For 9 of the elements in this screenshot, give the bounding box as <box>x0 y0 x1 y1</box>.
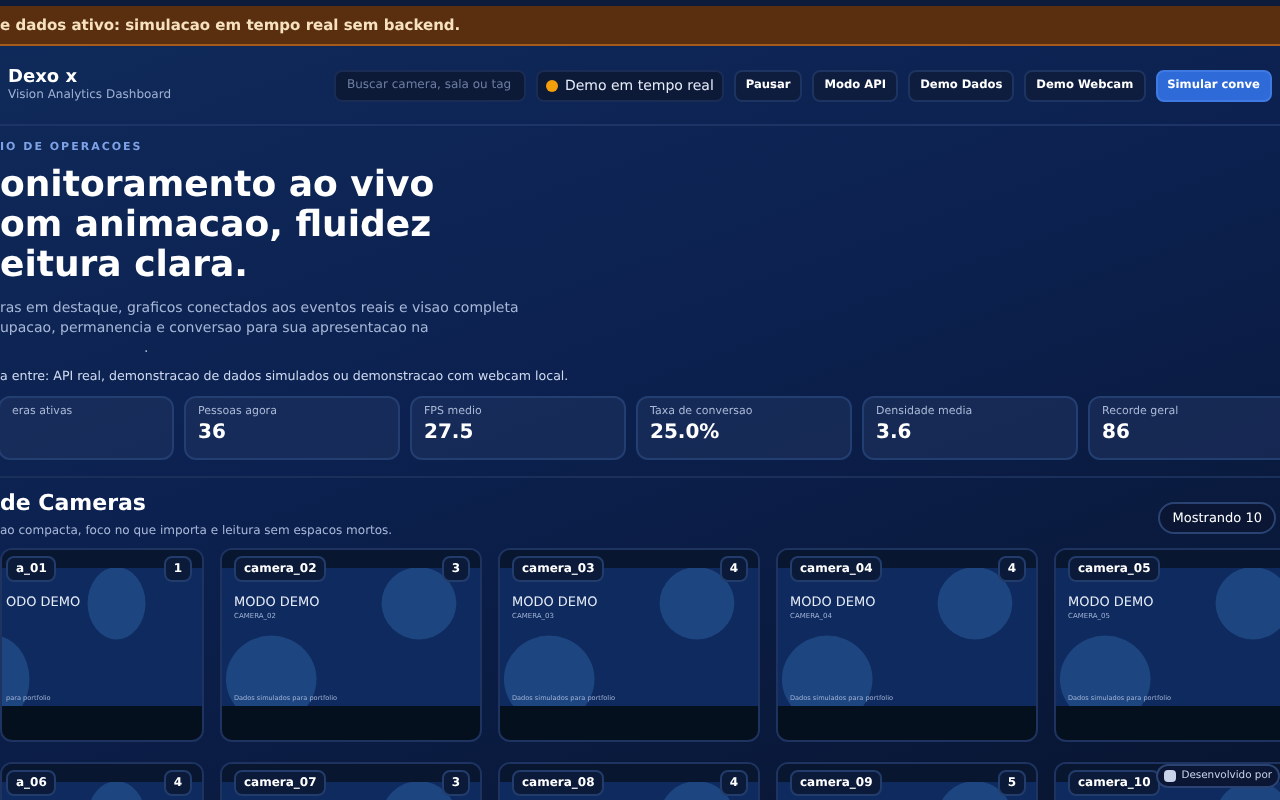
brand-name: Dexo x <box>8 68 80 88</box>
stat-value: 36 <box>198 422 228 444</box>
hero-title: onitoramento ao vivo om animacao, fluidez eitura clara. <box>0 166 437 286</box>
stat-value: 3.6 <box>876 422 914 444</box>
stat-value: 25.0% <box>650 422 722 444</box>
logo-icon <box>1163 770 1176 782</box>
section-title: de Cameras <box>0 490 148 516</box>
stat-value: 27.5 <box>424 422 476 444</box>
stat-value: 86 <box>1102 422 1132 444</box>
